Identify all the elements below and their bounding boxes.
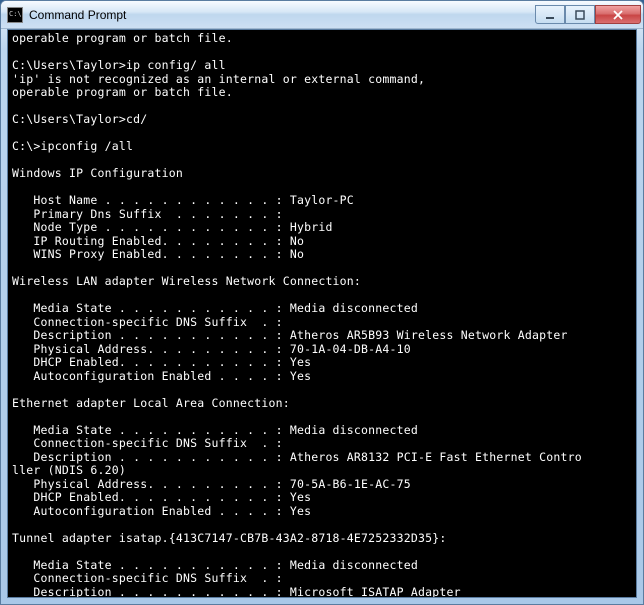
window-buttons xyxy=(535,5,641,24)
maximize-icon xyxy=(575,10,585,20)
maximize-button[interactable] xyxy=(565,5,595,24)
console-area[interactable]: operable program or batch file. C:\Users… xyxy=(7,29,637,598)
console-output: operable program or batch file. C:\Users… xyxy=(12,32,632,598)
minimize-icon xyxy=(545,10,555,20)
titlebar[interactable]: Command Prompt xyxy=(1,1,643,29)
app-icon xyxy=(7,7,23,23)
close-button[interactable] xyxy=(595,5,641,24)
window-title: Command Prompt xyxy=(29,8,535,22)
command-prompt-window: Command Prompt operable program or batch… xyxy=(0,0,644,605)
close-icon xyxy=(613,10,623,20)
minimize-button[interactable] xyxy=(535,5,565,24)
